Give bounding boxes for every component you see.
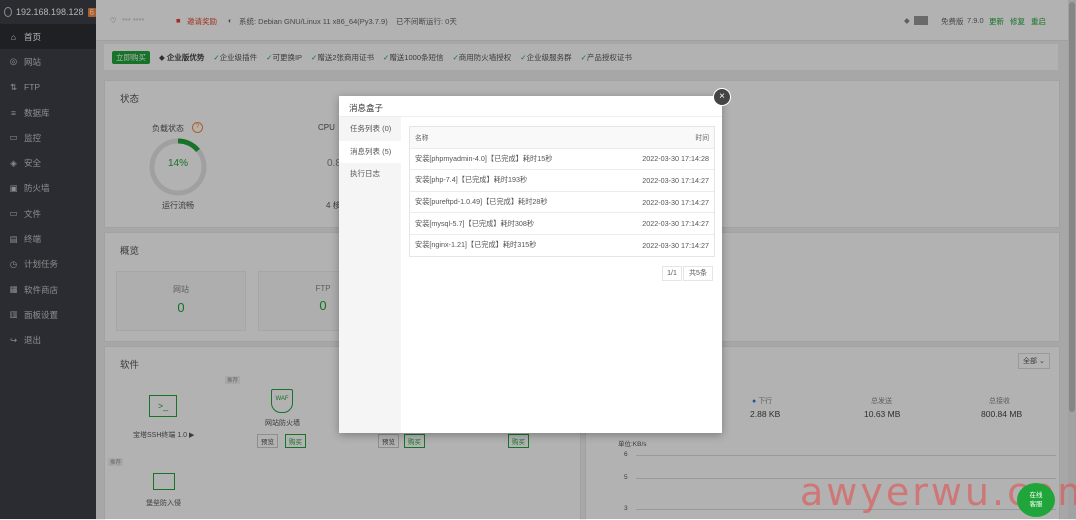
row-time: 2022-03-30 17:14:27 xyxy=(642,175,709,185)
column-time: 时间 xyxy=(695,135,709,143)
table-row: 安装[php-7.4]【已完成】耗时193秒 2022-03-30 17:14:2… xyxy=(410,169,714,191)
row-name: 安装[mysql-5.7]【已完成】耗时308秒 xyxy=(415,218,535,228)
row-time: 2022-03-30 17:14:27 xyxy=(642,240,709,250)
row-time: 2022-03-30 17:14:27 xyxy=(642,197,709,207)
table-header: 名称 时间 xyxy=(410,127,714,148)
table-row: 安装[mysql-5.7]【已完成】耗时308秒 2022-03-30 17:14… xyxy=(410,212,714,234)
total-count: 共5条 xyxy=(683,266,713,281)
tab-exec-log[interactable]: 执行日志 xyxy=(339,163,401,185)
row-name: 安装[pureftpd-1.0.49]【已完成】耗时28秒 xyxy=(415,197,548,207)
table-row: 安装[phpmyadmin-4.0]【已完成】耗时15秒 2022-03-30 1… xyxy=(410,147,714,170)
table-row: 安装[nginx-1.21]【已完成】耗时315秒 2022-03-30 17:1… xyxy=(410,233,714,256)
message-table: 名称 时间 安装[phpmyadmin-4.0]【已完成】耗时15秒 2022-0… xyxy=(409,126,715,257)
tab-task-list[interactable]: 任务列表 (0) xyxy=(339,118,401,140)
modal-tab-list: 任务列表 (0) 消息列表 (5) 执行日志 xyxy=(339,117,401,433)
service-line-2: 客服 xyxy=(1029,501,1043,508)
page-indicator[interactable]: 1/1 xyxy=(662,266,682,281)
service-line-1: 在线 xyxy=(1029,492,1043,499)
online-service-button[interactable]: 在线 客服 xyxy=(1017,483,1055,517)
close-icon[interactable]: × xyxy=(713,88,731,106)
row-time: 2022-03-30 17:14:27 xyxy=(642,219,709,229)
table-row: 安装[pureftpd-1.0.49]【已完成】耗时28秒 2022-03-30 … xyxy=(410,190,714,213)
tab-message-list[interactable]: 消息列表 (5) xyxy=(339,141,401,163)
row-name: 安装[phpmyadmin-4.0]【已完成】耗时15秒 xyxy=(415,153,553,163)
column-name: 名称 xyxy=(415,135,429,143)
row-time: 2022-03-30 17:14:28 xyxy=(642,154,709,164)
row-name: 安装[php-7.4]【已完成】耗时193秒 xyxy=(415,175,528,185)
row-name: 安装[nginx-1.21]【已完成】耗时315秒 xyxy=(415,240,537,250)
modal-title: 消息盒子 xyxy=(349,103,384,113)
message-box-modal: 消息盒子 任务列表 (0) 消息列表 (5) 执行日志 名称 时间 安装[php… xyxy=(339,96,722,433)
